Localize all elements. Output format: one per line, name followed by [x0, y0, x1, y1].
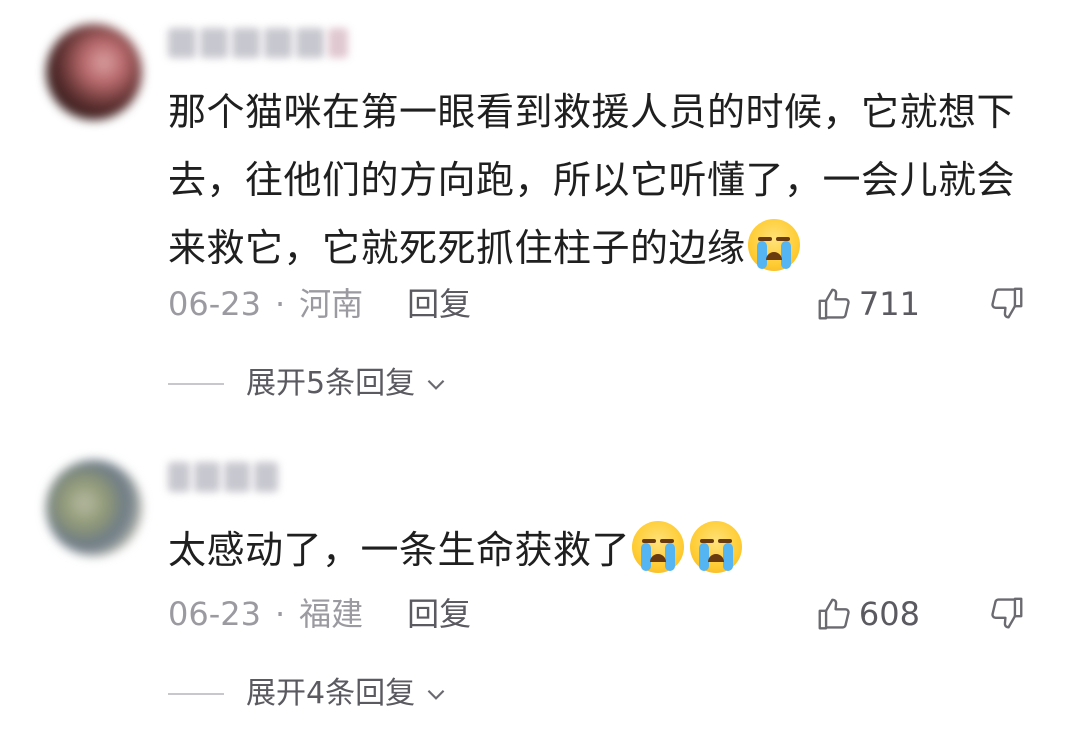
expand-replies-button[interactable]: 展开4条回复	[168, 674, 449, 714]
crying-face-emoji	[747, 219, 800, 271]
comment-date: 06-23	[168, 595, 261, 633]
dislike-button[interactable]	[988, 594, 1028, 634]
divider-line	[168, 693, 224, 695]
comment-location: 河南	[299, 285, 364, 323]
divider-line	[168, 383, 224, 385]
comment-item: 太感动了，一条生命获救了 06-23 · 福建 回复 608 展开4条回复	[0, 440, 1080, 738]
chevron-down-icon	[427, 379, 445, 390]
expand-replies-button[interactable]: 展开5条回复	[168, 364, 449, 404]
comment-text: 那个猫咪在第一眼看到救援人员的时候，它就想下去，往他们的方向跑，所以它听懂了，一…	[168, 78, 1038, 282]
crying-face-emoji	[690, 521, 743, 573]
avatar[interactable]	[46, 460, 142, 556]
reply-button[interactable]: 回复	[407, 595, 471, 633]
meta-separator: ·	[274, 595, 286, 633]
thumbs-up-icon	[818, 288, 850, 320]
comment-body: 太感动了，一条生命获救了	[168, 528, 631, 572]
comment-meta: 06-23 · 福建 回复	[168, 594, 471, 634]
meta-separator: ·	[274, 285, 286, 323]
like-count: 608	[858, 595, 920, 633]
comment-date: 06-23	[168, 285, 261, 323]
comment-meta: 06-23 · 河南 回复	[168, 284, 471, 324]
username-blurred[interactable]	[168, 28, 352, 64]
expand-replies-label: 展开4条回复	[246, 676, 416, 711]
crying-face-emoji	[632, 521, 685, 573]
dislike-button[interactable]	[988, 284, 1028, 324]
chevron-down-icon	[427, 689, 445, 700]
reply-button[interactable]: 回复	[407, 285, 471, 323]
thumbs-down-icon	[991, 287, 1023, 319]
thumbs-up-icon	[818, 598, 850, 630]
like-button[interactable]: 608	[815, 594, 920, 634]
avatar[interactable]	[46, 24, 142, 120]
comment-location: 福建	[299, 595, 364, 633]
expand-replies-label: 展开5条回复	[246, 366, 416, 401]
username-blurred[interactable]	[168, 462, 282, 498]
like-button[interactable]: 711	[815, 284, 920, 324]
thumbs-down-icon	[991, 597, 1023, 629]
comment-text: 太感动了，一条生命获救了	[168, 516, 1038, 584]
comment-body: 那个猫咪在第一眼看到救援人员的时候，它就想下去，往他们的方向跑，所以它听懂了，一…	[168, 90, 1016, 270]
comment-item: 那个猫咪在第一眼看到救援人员的时候，它就想下去，往他们的方向跑，所以它听懂了，一…	[0, 0, 1080, 420]
like-count: 711	[858, 285, 920, 323]
